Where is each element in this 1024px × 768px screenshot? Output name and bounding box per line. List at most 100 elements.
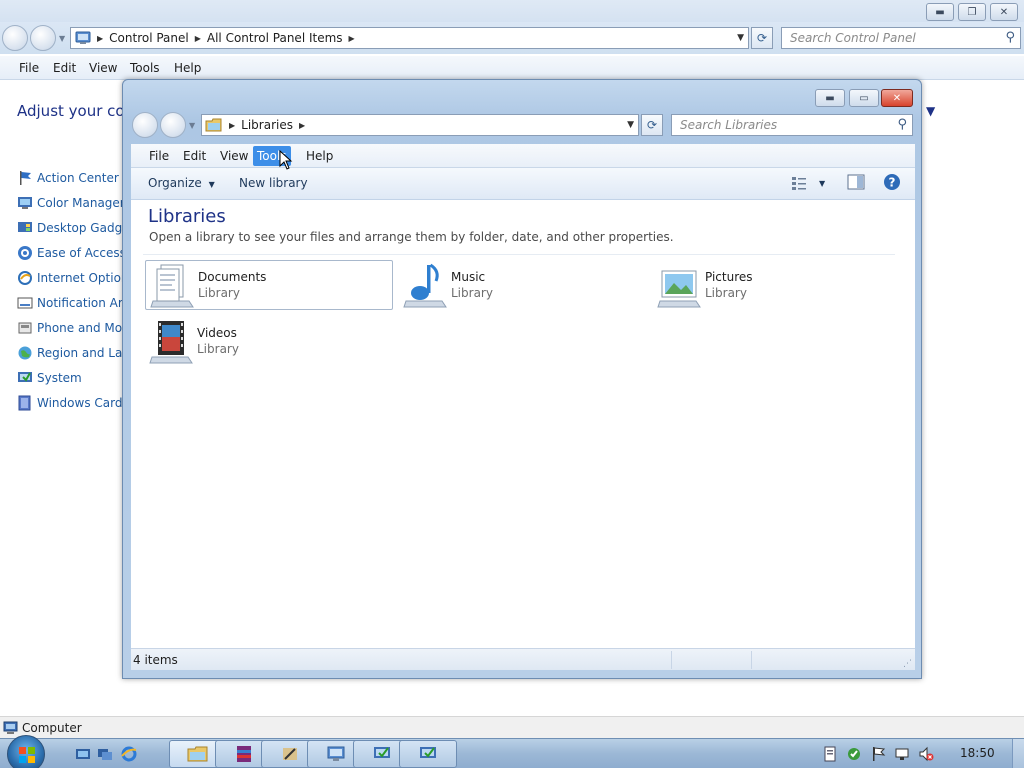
recent-pages-icon[interactable]: ▼ bbox=[189, 121, 195, 130]
libraries-folder-icon bbox=[205, 117, 223, 133]
library-tile-music[interactable]: Music Library bbox=[399, 260, 647, 310]
clipboard-tray-icon[interactable] bbox=[822, 746, 838, 762]
show-desktop-button[interactable] bbox=[1012, 739, 1024, 768]
cp-item-color-management[interactable]: Color Managem bbox=[17, 193, 132, 213]
cp-item-internet-options[interactable]: Internet Options bbox=[17, 268, 135, 288]
cp-minimize-button[interactable]: ▬ bbox=[926, 3, 954, 21]
mouse-cursor-icon bbox=[279, 150, 293, 170]
cp-search-input[interactable]: Search Control Panel ⚲ bbox=[781, 27, 1021, 49]
cp-item-system[interactable]: System bbox=[17, 368, 82, 388]
new-library-button[interactable]: New library bbox=[239, 176, 308, 190]
back-button[interactable] bbox=[132, 112, 158, 138]
cp-restore-button[interactable]: ❐ bbox=[958, 3, 986, 21]
maximize-button[interactable]: ▭ bbox=[849, 89, 879, 107]
action-center-flag-icon[interactable] bbox=[870, 746, 886, 762]
cp-status-label: Computer bbox=[22, 721, 82, 735]
network-tray-icon[interactable] bbox=[894, 746, 910, 762]
menu-file[interactable]: File bbox=[145, 146, 173, 166]
libraries-status-bar: 4 items ⋰ bbox=[131, 648, 915, 670]
breadcrumb-separator-icon: ▶ bbox=[194, 33, 201, 43]
menu-edit[interactable]: Edit bbox=[179, 146, 210, 166]
cp-item-label: Notification Are bbox=[37, 296, 130, 310]
control-panel-icon bbox=[327, 746, 345, 761]
security-tray-icon[interactable] bbox=[846, 746, 862, 762]
chevron-down-icon[interactable]: ▼ bbox=[737, 33, 744, 43]
clock[interactable]: 18:50 bbox=[960, 746, 995, 760]
cp-item-label: Desktop Gadget bbox=[37, 221, 135, 235]
cp-item-ease-of-access[interactable]: Ease of Access C bbox=[17, 243, 138, 263]
close-button[interactable]: ✕ bbox=[881, 89, 913, 107]
system-icon bbox=[17, 370, 33, 386]
preview-pane-icon[interactable] bbox=[847, 174, 865, 193]
cp-item-label: System bbox=[37, 371, 82, 385]
cardspace-icon bbox=[17, 395, 33, 411]
chevron-down-icon[interactable]: ▼ bbox=[926, 104, 935, 118]
cp-item-desktop-gadgets[interactable]: Desktop Gadget bbox=[17, 218, 134, 238]
page-subtitle: Open a library to see your files and arr… bbox=[149, 230, 674, 244]
tile-type: Library bbox=[705, 286, 747, 300]
view-options-icon bbox=[792, 177, 806, 190]
start-button[interactable] bbox=[7, 735, 45, 768]
cp-breadcrumb-all-items[interactable]: All Control Panel Items bbox=[207, 31, 343, 45]
libraries-address-bar[interactable]: ▶ Libraries ▶ ▼ bbox=[201, 114, 639, 136]
help-icon[interactable]: ? bbox=[883, 173, 901, 194]
color-management-icon bbox=[17, 195, 33, 211]
search-icon[interactable]: ⚲ bbox=[1005, 30, 1015, 45]
cp-menu-file[interactable]: File bbox=[15, 58, 43, 78]
chevron-down-icon[interactable]: ▼ bbox=[627, 120, 634, 130]
control-panel-icon bbox=[75, 30, 91, 46]
cp-refresh-icon[interactable]: ⟳ bbox=[751, 27, 773, 49]
switch-windows-icon[interactable] bbox=[97, 746, 113, 762]
windows-logo-icon bbox=[19, 747, 35, 763]
organize-label: Organize bbox=[148, 176, 202, 190]
menu-help[interactable]: Help bbox=[302, 146, 337, 166]
ease-of-access-icon bbox=[17, 245, 33, 261]
cp-menu-edit[interactable]: Edit bbox=[49, 58, 80, 78]
change-view-button[interactable]: ▼ bbox=[791, 175, 825, 191]
cp-menubar: File Edit View Tools Help bbox=[0, 56, 1024, 80]
cp-item-notification-area[interactable]: Notification Are bbox=[17, 293, 130, 313]
taskbar-system-button-2[interactable] bbox=[399, 740, 457, 768]
library-tile-videos[interactable]: Videos Library bbox=[145, 316, 393, 366]
internet-explorer-icon[interactable] bbox=[121, 746, 137, 762]
phone-modem-icon bbox=[17, 320, 33, 336]
page-title: Libraries bbox=[148, 206, 226, 227]
volume-muted-icon[interactable] bbox=[918, 746, 934, 762]
libraries-window: ▬ ▭ ✕ ▼ ▶ Libraries ▶ ▼ ⟳ Search Librari… bbox=[122, 79, 922, 679]
forward-button[interactable] bbox=[160, 112, 186, 138]
cp-item-region-language[interactable]: Region and Lang bbox=[17, 343, 138, 363]
cp-menu-view[interactable]: View bbox=[85, 58, 121, 78]
breadcrumb-libraries[interactable]: Libraries bbox=[241, 118, 293, 132]
svg-text:?: ? bbox=[889, 176, 896, 190]
cp-menu-tools[interactable]: Tools bbox=[126, 58, 164, 78]
cp-item-label: Color Managem bbox=[37, 196, 132, 210]
resize-grip-icon[interactable]: ⋰ bbox=[903, 659, 912, 669]
cp-forward-button[interactable] bbox=[30, 25, 56, 51]
cp-back-button[interactable] bbox=[2, 25, 28, 51]
library-tile-documents[interactable]: Documents Library bbox=[145, 260, 393, 310]
cp-breadcrumb-control-panel[interactable]: Control Panel bbox=[109, 31, 189, 45]
breadcrumb-separator-icon: ▶ bbox=[298, 120, 306, 130]
cp-search-placeholder: Search Control Panel bbox=[790, 31, 916, 45]
item-count: 4 items bbox=[133, 653, 178, 667]
libraries-search-input[interactable]: Search Libraries ⚲ bbox=[671, 114, 913, 136]
minimize-button[interactable]: ▬ bbox=[815, 89, 845, 107]
cp-item-action-center[interactable]: Action Center bbox=[17, 168, 119, 188]
cp-item-phone-modem[interactable]: Phone and Mod bbox=[17, 318, 130, 338]
cp-recent-pages-icon[interactable]: ▼ bbox=[59, 34, 65, 43]
tile-type: Library bbox=[197, 342, 239, 356]
cp-close-button[interactable]: ✕ bbox=[990, 3, 1018, 21]
cp-item-windows-cardspace[interactable]: Windows CardSp bbox=[17, 393, 138, 413]
tile-name: Videos bbox=[197, 326, 237, 340]
cp-address-bar[interactable]: ▶ Control Panel ▶ All Control Panel Item… bbox=[70, 27, 749, 49]
tile-type: Library bbox=[198, 286, 240, 300]
show-desktop-quick-icon[interactable] bbox=[75, 746, 91, 762]
refresh-icon[interactable]: ⟳ bbox=[641, 114, 663, 136]
tile-type: Library bbox=[451, 286, 493, 300]
cp-menu-help[interactable]: Help bbox=[170, 58, 205, 78]
menu-view[interactable]: View bbox=[216, 146, 252, 166]
organize-button[interactable]: Organize ▼ bbox=[148, 176, 215, 190]
chevron-down-icon: ▼ bbox=[819, 178, 826, 188]
search-icon[interactable]: ⚲ bbox=[897, 117, 907, 132]
library-tile-pictures[interactable]: Pictures Library bbox=[653, 260, 901, 310]
